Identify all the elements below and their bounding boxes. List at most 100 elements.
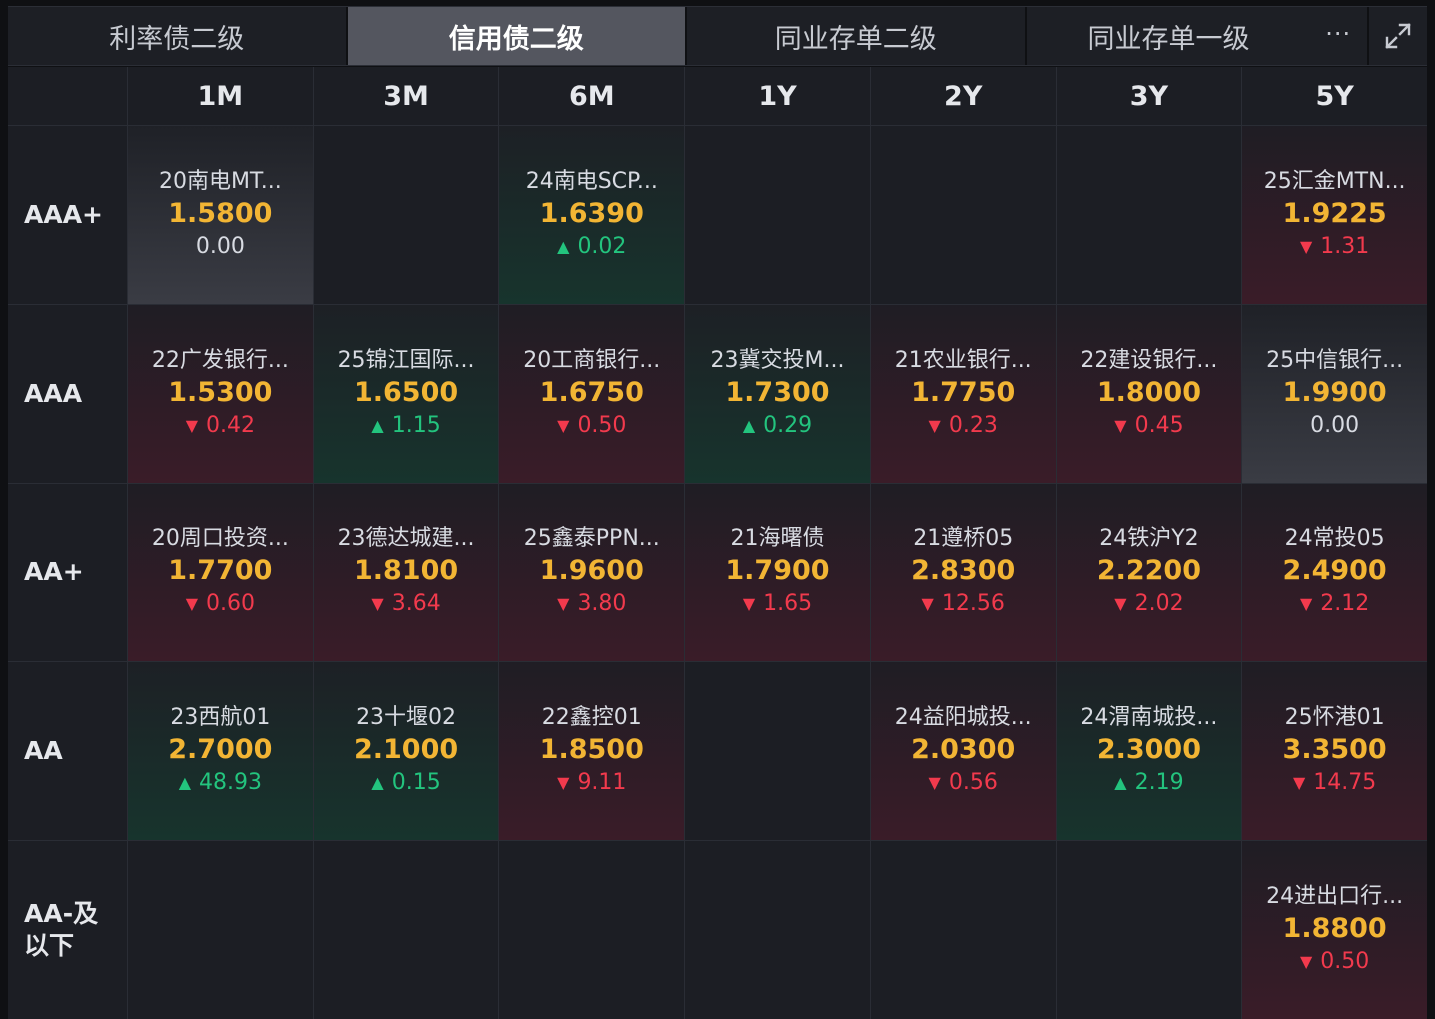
bond-yield: 1.7750 bbox=[911, 376, 1016, 408]
yield-change: ▼ 3.80 bbox=[557, 588, 626, 620]
rating-row-header: AAA bbox=[8, 304, 127, 483]
bond-cell[interactable]: 24益阳城投... 2.0300 ▼ 0.56 bbox=[870, 662, 1056, 841]
triangle-down-icon: ▼ bbox=[1299, 236, 1313, 256]
yield-change: ▲ 1.15 bbox=[371, 410, 440, 442]
tab-credit-bond-secondary[interactable]: 信用债二级 bbox=[347, 7, 687, 65]
bond-name: 22鑫控01 bbox=[541, 705, 642, 731]
bond-cell[interactable]: 22建设银行... 1.8000 ▼ 0.45 bbox=[1056, 304, 1242, 483]
triangle-down-icon: ▼ bbox=[371, 594, 384, 614]
bond-cell[interactable]: 25鑫泰PPN... 1.9600 ▼ 3.80 bbox=[499, 483, 685, 662]
yield-change-value: 2.12 bbox=[1320, 591, 1370, 617]
bond-cell[interactable]: 24南电SCP... 1.6390 ▲ 0.02 bbox=[499, 126, 685, 304]
bond-name: 20南电MT... bbox=[158, 168, 282, 194]
bond-name: 22广发银行... bbox=[151, 347, 289, 373]
yield-change-value: 0.50 bbox=[1320, 949, 1370, 975]
bond-name: 25锦江国际... bbox=[337, 347, 475, 373]
bond-name: 24南电SCP... bbox=[525, 168, 658, 194]
empty-cell bbox=[870, 841, 1056, 1019]
bond-yield: 1.8500 bbox=[539, 734, 644, 766]
bond-name: 24益阳城投... bbox=[894, 705, 1032, 731]
column-header-1y: 1Y bbox=[685, 67, 870, 125]
tab-bar: 利率债二级 信用债二级 同业存单二级 同业存单一级 ··· bbox=[8, 6, 1427, 66]
rating-label: AA-及 以下 bbox=[24, 898, 98, 962]
triangle-up-icon: ▲ bbox=[1114, 773, 1127, 793]
bond-yield: 1.8800 bbox=[1282, 913, 1387, 945]
bond-cell[interactable]: 24渭南城投... 2.3000 ▲ 2.19 bbox=[1056, 662, 1242, 841]
bond-name: 22建设银行... bbox=[1080, 347, 1218, 373]
bond-cell[interactable]: 21农业银行... 1.7750 ▼ 0.23 bbox=[870, 304, 1056, 483]
bond-cell[interactable]: 25中信银行... 1.9900 0.00 bbox=[1242, 304, 1427, 483]
yield-change-value: 12.56 bbox=[941, 591, 1005, 617]
bond-cell[interactable]: 20工商银行... 1.6750 ▼ 0.50 bbox=[499, 304, 685, 483]
column-header-5y: 5Y bbox=[1242, 67, 1427, 125]
bond-cell[interactable]: 24常投05 2.4900 ▼ 2.12 bbox=[1242, 483, 1427, 662]
bond-name: 25汇金MTN... bbox=[1263, 168, 1406, 194]
yield-change-value: 0.15 bbox=[391, 770, 441, 796]
bond-cell[interactable]: 25锦江国际... 1.6500 ▲ 1.15 bbox=[313, 304, 499, 483]
bond-name: 24铁沪Y2 bbox=[1099, 526, 1199, 552]
tab-rate-bond-secondary[interactable]: 利率债二级 bbox=[8, 7, 348, 65]
yield-change-value: 48.93 bbox=[199, 770, 262, 796]
more-icon[interactable]: ··· bbox=[1325, 20, 1351, 48]
tab-ncd-primary-label: 同业存单一级 bbox=[1087, 23, 1250, 55]
bond-cell[interactable]: 25汇金MTN... 1.9225 ▼ 1.31 bbox=[1242, 126, 1427, 304]
triangle-down-icon: ▼ bbox=[921, 594, 934, 614]
triangle-up-icon: ▲ bbox=[557, 236, 570, 256]
tab-ncd-primary[interactable]: 同业存单一级 ··· bbox=[1027, 7, 1368, 65]
yield-change: ▼ 0.50 bbox=[1300, 946, 1369, 978]
bond-yield: 2.0300 bbox=[911, 734, 1016, 766]
bond-cell[interactable]: 20南电MT... 1.5800 0.00 bbox=[128, 126, 313, 304]
empty-cell bbox=[685, 126, 870, 304]
bond-cell[interactable]: 20周口投资... 1.7700 ▼ 0.60 bbox=[128, 483, 313, 662]
yield-change: ▼ 0.56 bbox=[929, 767, 998, 799]
column-header-6m: 6M bbox=[499, 67, 685, 125]
bond-name: 20周口投资... bbox=[151, 526, 289, 552]
yield-change-value: 1.15 bbox=[391, 412, 441, 438]
triangle-down-icon: ▼ bbox=[557, 415, 570, 435]
triangle-down-icon: ▼ bbox=[928, 415, 941, 435]
bond-cell[interactable]: 24铁沪Y2 2.2200 ▼ 2.02 bbox=[1056, 483, 1242, 662]
bond-yield: 1.7300 bbox=[725, 376, 830, 408]
bond-name: 25怀港01 bbox=[1284, 705, 1385, 731]
bond-yield: 2.3000 bbox=[1096, 734, 1202, 766]
yield-change-value: 0.50 bbox=[577, 412, 627, 438]
bond-cell[interactable]: 21海曙债 1.7900 ▼ 1.65 bbox=[685, 483, 870, 662]
triangle-down-icon: ▼ bbox=[557, 594, 570, 614]
rating-label-line: 以下 bbox=[24, 931, 75, 961]
bond-yield: 1.9900 bbox=[1282, 376, 1387, 408]
bond-yield: 1.5800 bbox=[168, 197, 273, 229]
bond-cell[interactable]: 23十堰02 2.1000 ▲ 0.15 bbox=[313, 662, 499, 841]
yield-change-value: 0.29 bbox=[763, 412, 813, 438]
bond-yield: 2.1000 bbox=[353, 734, 459, 766]
yield-change-value: 14.75 bbox=[1313, 770, 1377, 796]
triangle-down-icon: ▼ bbox=[557, 773, 570, 793]
bond-name: 23冀交投M... bbox=[710, 347, 845, 373]
bond-yield: 1.8000 bbox=[1096, 376, 1202, 408]
bond-cell[interactable]: 23德达城建... 1.8100 ▼ 3.64 bbox=[313, 483, 499, 662]
triangle-down-icon: ▼ bbox=[742, 594, 756, 614]
bond-cell[interactable]: 22鑫控01 1.8500 ▼ 9.11 bbox=[499, 662, 685, 841]
tab-ncd-secondary[interactable]: 同业存单二级 bbox=[687, 7, 1027, 65]
bond-cell[interactable]: 23西航01 2.7000 ▲ 48.93 bbox=[128, 662, 313, 841]
bond-cell[interactable]: 21遵桥05 2.8300 ▼ 12.56 bbox=[870, 483, 1056, 662]
empty-cell bbox=[870, 126, 1056, 304]
yield-change: ▼ 12.56 bbox=[922, 588, 1005, 620]
triangle-up-icon: ▲ bbox=[742, 415, 756, 435]
bond-cell[interactable]: 25怀港01 3.3500 ▼ 14.75 bbox=[1242, 662, 1427, 841]
bond-cell[interactable]: 22广发银行... 1.5300 ▼ 0.42 bbox=[128, 304, 313, 483]
triangle-down-icon: ▼ bbox=[1292, 773, 1306, 793]
bond-name: 21遵桥05 bbox=[913, 526, 1014, 552]
bond-cell[interactable]: 23冀交投M... 1.7300 ▲ 0.29 bbox=[685, 304, 870, 483]
bond-yield: 2.7000 bbox=[168, 734, 273, 766]
triangle-up-icon: ▲ bbox=[178, 773, 192, 793]
yield-change-value: 2.19 bbox=[1134, 770, 1184, 796]
yield-change-value: 0.60 bbox=[206, 591, 255, 617]
bond-yield: 1.6750 bbox=[539, 376, 644, 408]
yield-change-value: 0.56 bbox=[948, 770, 998, 796]
bond-cell[interactable]: 24进出口行... 1.8800 ▼ 0.50 bbox=[1242, 841, 1427, 1019]
yield-change-value: 0.00 bbox=[195, 233, 245, 259]
expand-button[interactable] bbox=[1367, 7, 1427, 65]
empty-cell bbox=[313, 126, 499, 304]
yield-change: ▲ 0.29 bbox=[743, 410, 812, 442]
column-header-1m: 1M bbox=[128, 67, 313, 125]
